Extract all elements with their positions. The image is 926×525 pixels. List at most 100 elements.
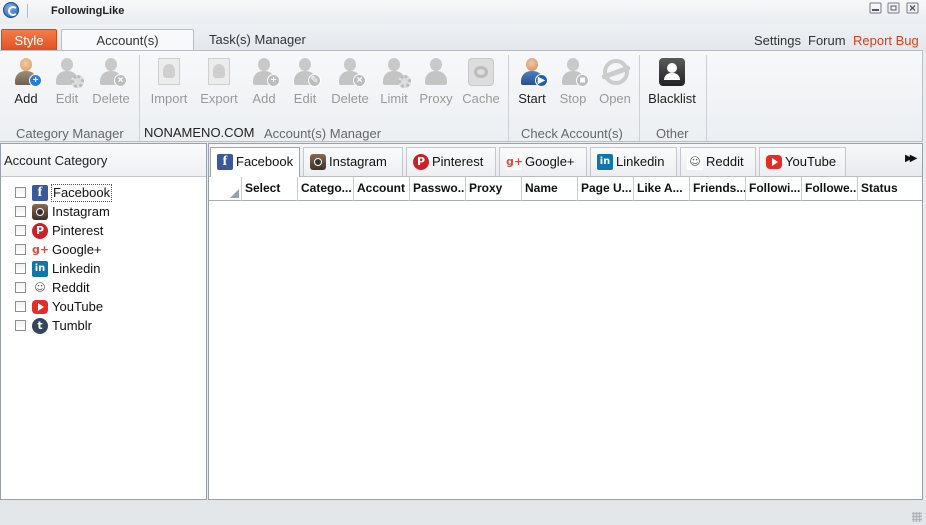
- ribbon-tab-bar: Style Account(s) Manager Task(s) Manager…: [0, 24, 926, 69]
- maximize-button[interactable]: [887, 1, 901, 15]
- column-header-select[interactable]: Select: [242, 177, 298, 201]
- limit-label: Limit: [380, 91, 408, 106]
- category-label: Facebook: [51, 184, 113, 202]
- limit-button[interactable]: Limit: [376, 53, 412, 111]
- start-label: Start: [518, 91, 546, 106]
- category-checkbox[interactable]: [15, 225, 26, 236]
- category-item-google-plus[interactable]: g+ Google+: [15, 241, 195, 259]
- minimize-button[interactable]: [869, 1, 883, 15]
- category-checkbox[interactable]: [15, 244, 26, 255]
- start-check-button[interactable]: ▶ Start: [513, 53, 551, 111]
- reddit-icon: ☺: [687, 154, 703, 170]
- category-item-facebook[interactable]: f Facebook: [15, 184, 195, 202]
- start-check-icon: ▶: [518, 57, 548, 87]
- select-all-corner[interactable]: [209, 177, 242, 201]
- column-header-page-url[interactable]: Page U...: [578, 177, 634, 201]
- tab-linkedin[interactable]: in Linkedin: [590, 147, 677, 176]
- tab-instagram[interactable]: Instagram: [303, 147, 403, 176]
- column-header-friends[interactable]: Friends...: [690, 177, 746, 201]
- tab-reddit[interactable]: ☺ Reddit: [680, 147, 756, 176]
- open-browser-button[interactable]: Open: [595, 53, 635, 111]
- column-header-following[interactable]: Followi...: [746, 177, 802, 201]
- edit-account-label: Edit: [293, 91, 317, 106]
- tab-label: Instagram: [329, 154, 387, 169]
- add-category-label: Add: [14, 91, 38, 106]
- delete-category-icon: ×: [97, 57, 127, 87]
- resize-grip-icon[interactable]: [912, 512, 922, 522]
- tab-youtube[interactable]: YouTube: [759, 147, 846, 176]
- add-account-button[interactable]: + Add: [244, 53, 284, 111]
- column-header-name[interactable]: Name: [522, 177, 578, 201]
- tab-facebook[interactable]: f Facebook: [210, 147, 300, 177]
- close-button[interactable]: [906, 1, 920, 15]
- ribbon-separator: [639, 55, 640, 141]
- delete-category-button[interactable]: × Delete: [88, 53, 134, 111]
- proxy-button[interactable]: Proxy: [416, 53, 456, 111]
- edit-category-button[interactable]: Edit: [47, 53, 87, 111]
- status-bar: [0, 500, 926, 525]
- ribbon-panel: + Add Edit × Delete Category Manager Imp…: [0, 50, 923, 142]
- check-accounts-group-label: Check Account(s): [521, 126, 623, 141]
- category-item-reddit[interactable]: ☺ Reddit: [15, 279, 195, 297]
- account-category-panel: Account Category f Facebook Instagram P …: [0, 143, 207, 500]
- pinterest-icon: P: [32, 223, 48, 239]
- category-item-youtube[interactable]: YouTube: [15, 298, 195, 316]
- stop-check-button[interactable]: ■ Stop: [554, 53, 592, 111]
- forum-link[interactable]: Forum: [808, 33, 846, 48]
- open-label: Open: [599, 91, 631, 106]
- stop-check-icon: ■: [559, 57, 589, 87]
- category-checkbox[interactable]: [15, 301, 26, 312]
- column-header-like-account[interactable]: Like A...: [634, 177, 690, 201]
- tab-pinterest[interactable]: P Pinterest: [406, 147, 496, 176]
- category-label: Google+: [52, 242, 102, 257]
- maximize-icon: [887, 2, 900, 14]
- title-bar: FollowingLike: [0, 0, 926, 24]
- category-item-instagram[interactable]: Instagram: [15, 203, 195, 221]
- cache-button[interactable]: Cache: [459, 53, 503, 111]
- export-button[interactable]: Export: [196, 53, 242, 111]
- blacklist-icon: [658, 57, 686, 87]
- category-checkbox[interactable]: [15, 282, 26, 293]
- other-group-label: Other: [656, 126, 689, 141]
- google-plus-icon: g+: [32, 242, 50, 258]
- edit-account-button[interactable]: ✎ Edit: [285, 53, 325, 111]
- import-button[interactable]: Import: [145, 53, 193, 111]
- app-logo-icon[interactable]: [3, 2, 19, 18]
- blacklist-button[interactable]: Blacklist: [644, 53, 700, 111]
- category-checkbox[interactable]: [15, 263, 26, 274]
- add-account-label: Add: [252, 91, 276, 106]
- report-bug-link[interactable]: Report Bug: [853, 33, 919, 48]
- tab-label: Linkedin: [616, 154, 665, 169]
- tab-accounts-manager[interactable]: Account(s) Manager: [61, 29, 194, 69]
- column-header-proxy[interactable]: Proxy: [466, 177, 522, 201]
- column-header-category[interactable]: Catego...: [298, 177, 354, 201]
- column-header-account[interactable]: Account: [354, 177, 410, 201]
- category-checkbox[interactable]: [15, 187, 26, 198]
- settings-link[interactable]: Settings: [754, 33, 801, 48]
- ribbon-separator: [706, 55, 707, 141]
- stop-label: Stop: [559, 91, 587, 106]
- column-header-followers[interactable]: Followe...: [802, 177, 858, 201]
- tab-tasks-manager[interactable]: Task(s) Manager: [201, 29, 314, 51]
- export-icon: [205, 57, 233, 87]
- category-item-pinterest[interactable]: P Pinterest: [15, 222, 195, 240]
- category-item-tumblr[interactable]: t Tumblr: [15, 317, 195, 335]
- import-icon: [155, 57, 183, 87]
- category-label: Pinterest: [52, 223, 104, 238]
- add-category-button[interactable]: + Add: [6, 53, 46, 111]
- double-chevron-right-icon[interactable]: ▶▶: [905, 153, 918, 164]
- watermark-text: NONAMENO.COM: [144, 125, 255, 140]
- accounts-grid-header: Select Catego... Account Passwo... Proxy…: [209, 177, 922, 201]
- linkedin-icon: in: [597, 154, 613, 170]
- tab-google-plus[interactable]: g+ Google+: [499, 147, 587, 176]
- column-header-password[interactable]: Passwo...: [410, 177, 466, 201]
- delete-account-button[interactable]: × Delete: [327, 53, 373, 111]
- style-tab[interactable]: Style: [1, 29, 57, 51]
- category-item-linkedin[interactable]: in Linkedin: [15, 260, 195, 278]
- category-checkbox[interactable]: [15, 320, 26, 331]
- category-checkbox[interactable]: [15, 206, 26, 217]
- column-header-status[interactable]: Status: [858, 177, 922, 201]
- instagram-icon: [32, 204, 48, 220]
- browser-open-icon: [601, 57, 629, 87]
- accounts-grid-body[interactable]: [209, 202, 922, 499]
